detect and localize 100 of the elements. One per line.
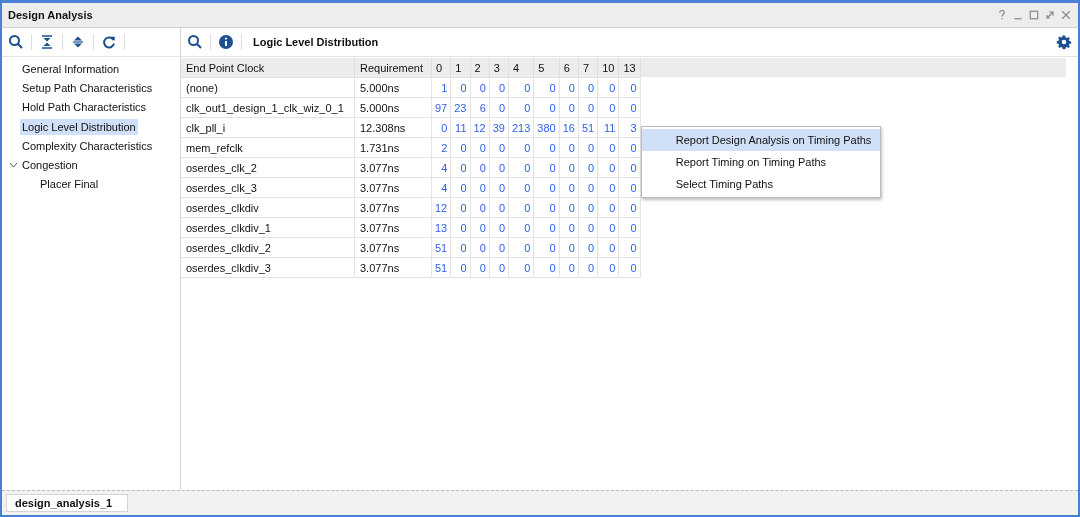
settings-icon[interactable] bbox=[1056, 34, 1072, 50]
table-cell: 0 bbox=[533, 97, 560, 118]
menu-item[interactable]: Report Timing on Timing Paths bbox=[641, 151, 880, 173]
refresh-icon[interactable] bbox=[101, 34, 117, 50]
table-cell: 0 bbox=[597, 97, 619, 118]
table-cell: 0 bbox=[618, 197, 641, 218]
column-header[interactable]: Requirement bbox=[354, 58, 432, 78]
table-cell: 0 bbox=[489, 237, 509, 258]
table-cell: 0 bbox=[533, 77, 560, 98]
table-cell: 51 bbox=[578, 117, 598, 138]
tree-item[interactable]: Hold Path Characteristics bbox=[20, 99, 149, 116]
table-cell: 0 bbox=[533, 217, 560, 238]
table-cell: 0 bbox=[578, 197, 598, 218]
table-cell: 0 bbox=[618, 177, 641, 198]
table-cell: 5.000ns bbox=[354, 97, 432, 118]
table-cell: 0 bbox=[597, 257, 619, 278]
table-cell: 0 bbox=[597, 77, 619, 98]
table-cell: 0 bbox=[578, 257, 598, 278]
search-icon[interactable] bbox=[8, 34, 24, 50]
table-cell: 0 bbox=[489, 197, 509, 218]
table-cell: 0 bbox=[489, 217, 509, 238]
table-cell: 0 bbox=[618, 257, 641, 278]
table-cell: 0 bbox=[578, 237, 598, 258]
table-cell: 3.077ns bbox=[354, 257, 432, 278]
table-cell: 11 bbox=[597, 117, 619, 138]
column-header[interactable]: 4 bbox=[508, 58, 534, 78]
table-cell: 0 bbox=[470, 137, 490, 158]
tree-item[interactable]: Placer Final bbox=[38, 176, 101, 193]
table-cell: 0 bbox=[489, 137, 509, 158]
table-cell: 1 bbox=[431, 77, 451, 98]
close-icon[interactable] bbox=[1060, 9, 1072, 21]
chevron-down-icon[interactable] bbox=[8, 162, 18, 169]
table-cell: 12 bbox=[470, 117, 490, 138]
table-cell: oserdes_clk_3 bbox=[181, 177, 355, 198]
column-header[interactable]: End Point Clock bbox=[181, 58, 355, 78]
table-cell: 0 bbox=[450, 177, 470, 198]
table-cell: 0 bbox=[533, 177, 560, 198]
table-cell: 2 bbox=[431, 137, 451, 158]
menu-item[interactable]: Select Timing Paths bbox=[641, 173, 880, 195]
table-cell: 0 bbox=[489, 77, 509, 98]
table-cell: 0 bbox=[559, 137, 579, 158]
column-header[interactable]: 5 bbox=[533, 58, 560, 78]
menu-item[interactable]: Report Design Analysis on Timing Paths bbox=[641, 129, 880, 151]
table-cell: 0 bbox=[450, 77, 470, 98]
table-cell: 12 bbox=[431, 197, 451, 218]
table-cell: 0 bbox=[533, 137, 560, 158]
table-cell: 0 bbox=[470, 257, 490, 278]
tree-item[interactable]: Setup Path Characteristics bbox=[20, 79, 155, 96]
table-cell: 0 bbox=[450, 237, 470, 258]
table-cell: 12.308ns bbox=[354, 117, 432, 138]
table-cell: oserdes_clk_2 bbox=[181, 157, 355, 178]
table-cell: 0 bbox=[559, 217, 579, 238]
table-cell: 0 bbox=[508, 257, 534, 278]
table-cell: 0 bbox=[597, 237, 619, 258]
table-cell: 0 bbox=[470, 177, 490, 198]
tab[interactable]: design_analysis_1 bbox=[6, 494, 128, 512]
table-cell: 11 bbox=[450, 117, 470, 138]
info-icon[interactable] bbox=[218, 34, 234, 50]
table-cell: 0 bbox=[450, 157, 470, 178]
table-cell: 0 bbox=[508, 77, 534, 98]
table-cell: 0 bbox=[618, 97, 641, 118]
column-header[interactable]: 10 bbox=[597, 58, 619, 78]
table-cell: 39 bbox=[489, 117, 509, 138]
table-cell: 0 bbox=[489, 157, 509, 178]
table-cell: 0 bbox=[508, 137, 534, 158]
table-cell: 0 bbox=[533, 257, 560, 278]
table-cell: 0 bbox=[470, 237, 490, 258]
table-cell: 0 bbox=[618, 77, 641, 98]
column-header[interactable]: 13 bbox=[618, 58, 641, 78]
table-cell: mem_refclk bbox=[181, 137, 355, 158]
table-cell: 0 bbox=[578, 157, 598, 178]
table-cell: 380 bbox=[533, 117, 560, 138]
table-cell: 3.077ns bbox=[354, 177, 432, 198]
tree-item[interactable]: Complexity Characteristics bbox=[20, 137, 155, 154]
help-icon[interactable] bbox=[996, 9, 1008, 21]
maximize-icon[interactable] bbox=[1028, 9, 1040, 21]
table-cell: 3 bbox=[618, 117, 641, 138]
table-cell: 13 bbox=[431, 217, 451, 238]
tree-item[interactable]: Congestion bbox=[20, 157, 80, 174]
tree-item[interactable]: Logic Level Distribution bbox=[20, 118, 138, 135]
table-cell: 0 bbox=[559, 237, 579, 258]
restore-icon[interactable] bbox=[1044, 9, 1056, 21]
table-cell: 0 bbox=[559, 177, 579, 198]
table-cell: 0 bbox=[508, 217, 534, 238]
collapse-all-icon[interactable] bbox=[39, 34, 55, 50]
table-cell: 0 bbox=[450, 217, 470, 238]
table-cell: 0 bbox=[618, 217, 641, 238]
table-cell: 0 bbox=[578, 217, 598, 238]
table-cell: clk_out1_design_1_clk_wiz_0_1 bbox=[181, 97, 355, 118]
table-cell: 0 bbox=[578, 97, 598, 118]
table-cell: 0 bbox=[431, 117, 451, 138]
tree-item[interactable]: General Information bbox=[20, 60, 122, 77]
table-cell: 0 bbox=[450, 257, 470, 278]
table-cell: 3.077ns bbox=[354, 197, 432, 218]
table-cell: 0 bbox=[618, 157, 641, 178]
search-icon[interactable] bbox=[187, 34, 203, 50]
window-title: Design Analysis bbox=[8, 9, 94, 21]
table-cell: 6 bbox=[470, 97, 490, 118]
table-cell: 0 bbox=[508, 177, 534, 198]
expand-all-icon[interactable] bbox=[70, 34, 86, 50]
